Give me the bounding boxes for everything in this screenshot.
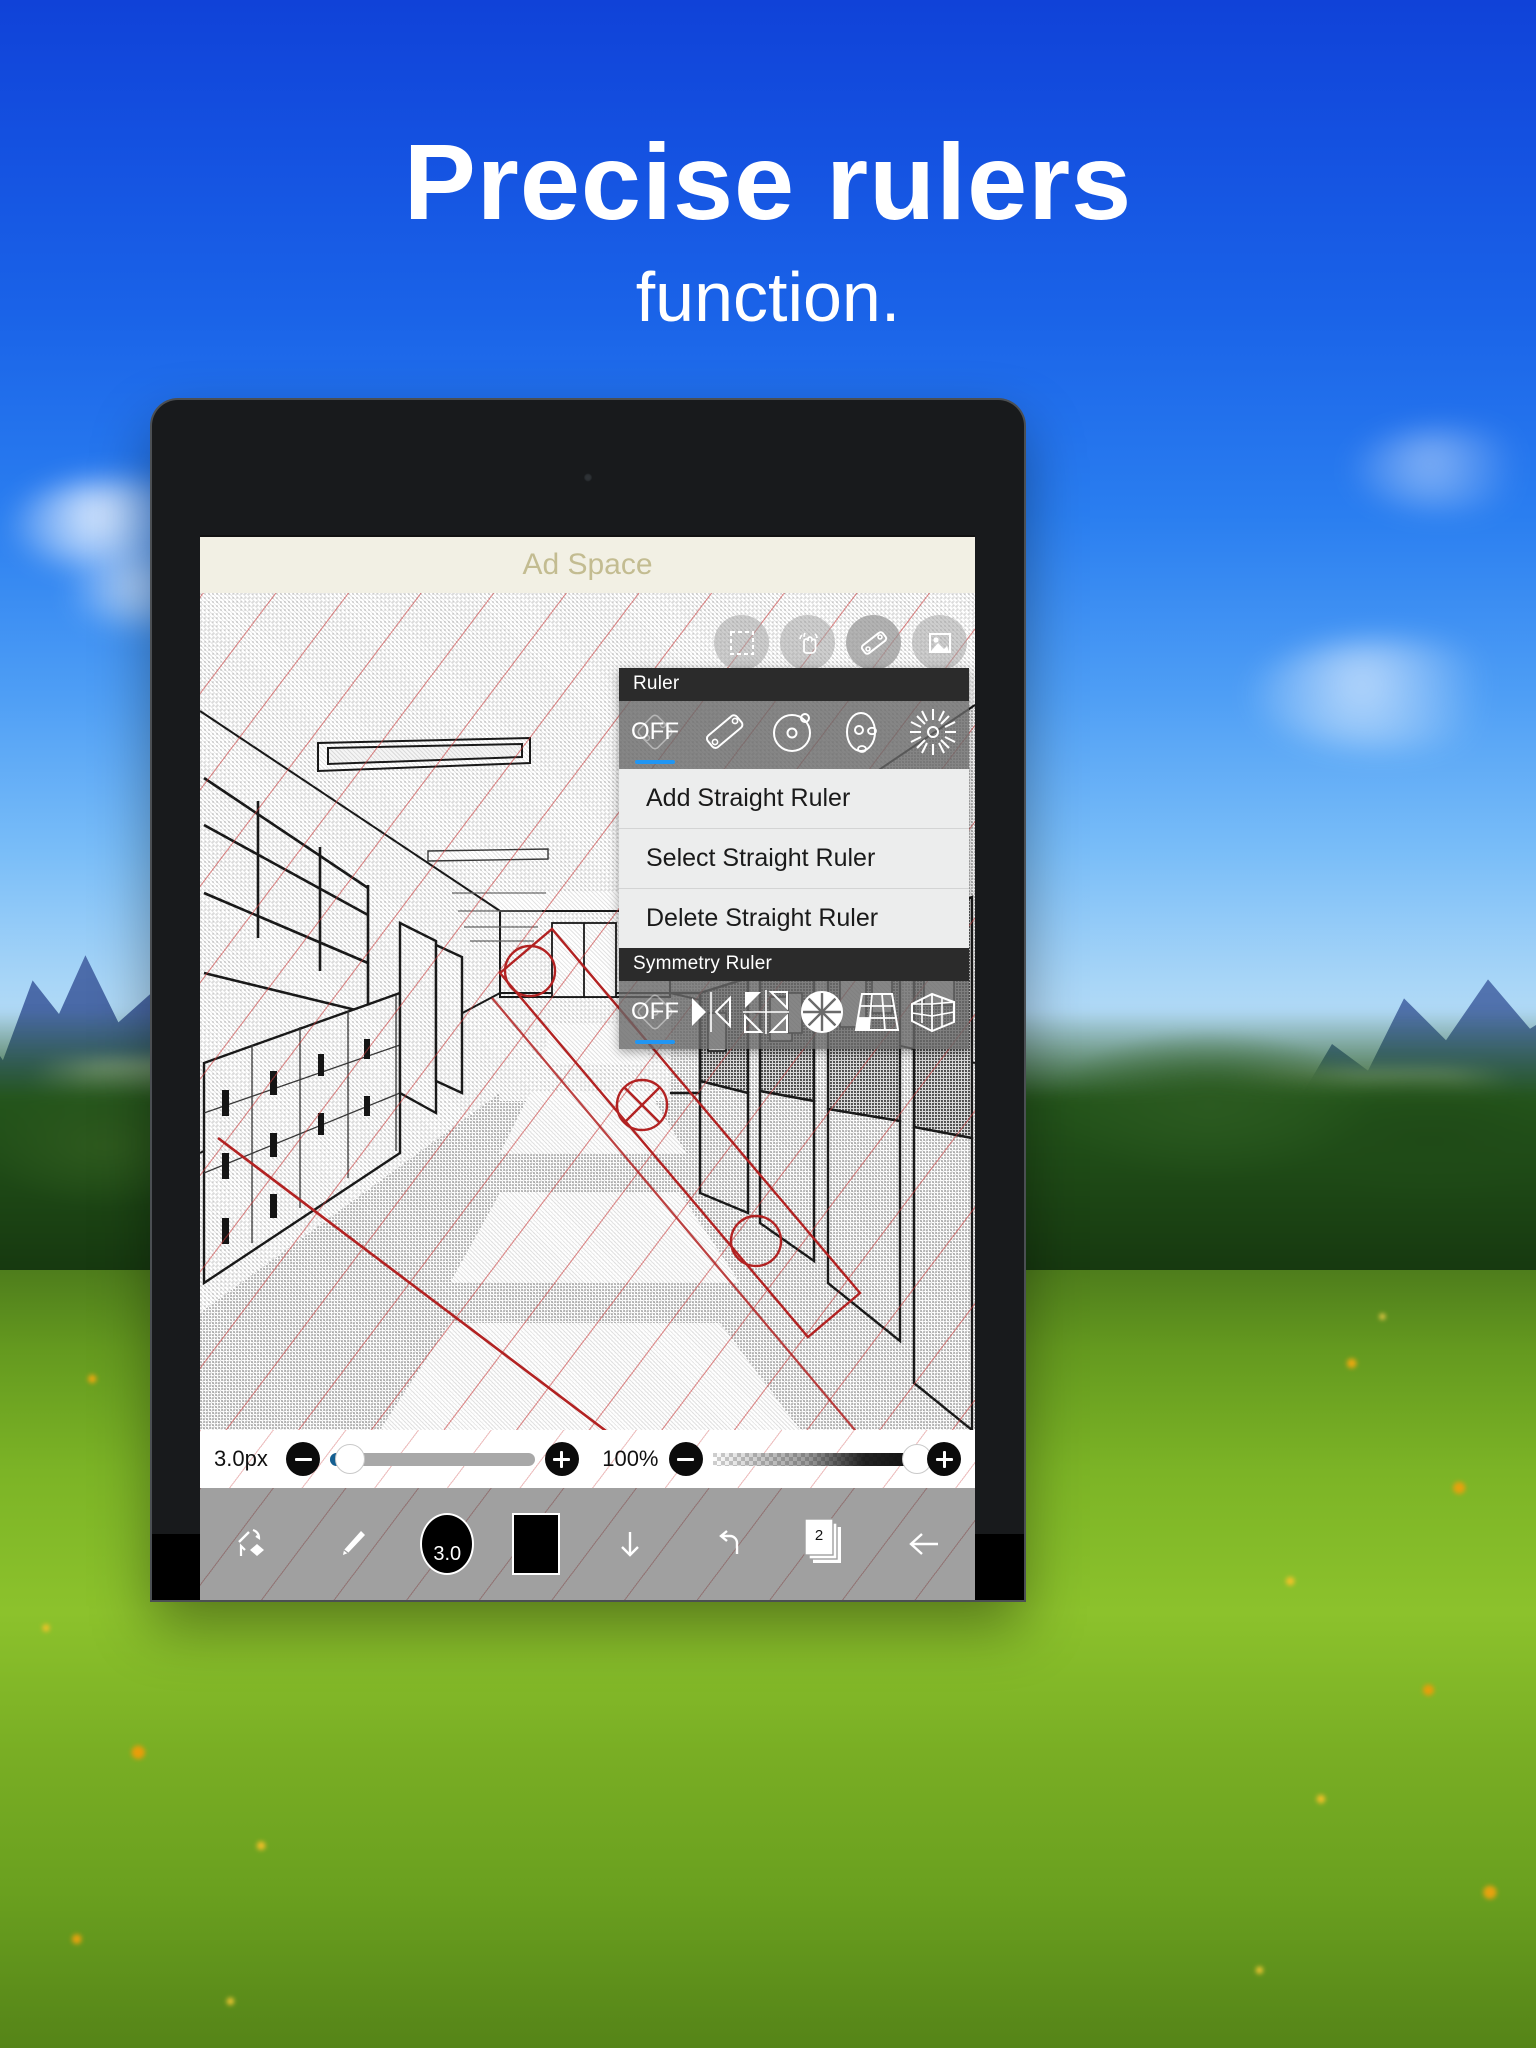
transform-icon[interactable] <box>220 1513 282 1575</box>
brush-size-increase-button[interactable] <box>544 1442 579 1476</box>
ruler-popup-panel: Ruler OFF Add Straight Ruler Select Stra… <box>619 668 969 1049</box>
app-screen: Ad Space Ruler OFF Add Straight Ruler Se… <box>200 535 975 1600</box>
layer-count-label: 2 <box>815 1527 823 1544</box>
ruler-panel-title: Ruler <box>619 668 969 701</box>
hero-text-block: Precise rulers function. <box>0 0 1536 336</box>
radial-symmetry-icon[interactable] <box>796 987 848 1037</box>
delete-straight-ruler-item[interactable]: Delete Straight Ruler <box>619 889 969 948</box>
quad-symmetry-icon[interactable] <box>740 987 792 1037</box>
brush-size-slider[interactable] <box>330 1444 535 1474</box>
cloud <box>1350 430 1536 510</box>
ruler-icon[interactable] <box>846 615 901 670</box>
brush-icon[interactable] <box>320 1513 382 1575</box>
box-perspective-icon[interactable] <box>907 987 959 1037</box>
download-icon[interactable] <box>599 1513 661 1575</box>
back-arrow-icon[interactable] <box>893 1513 955 1575</box>
ruler-menu-list: Add Straight Ruler Select Straight Ruler… <box>619 769 969 948</box>
ruler-mode-strip: OFF <box>619 701 969 769</box>
symmetry-ruler-title: Symmetry Ruler <box>619 948 969 981</box>
opacity-value: 100% <box>602 1446 659 1471</box>
brush-size-decrease-button[interactable] <box>286 1442 320 1476</box>
cloud <box>1250 640 1530 750</box>
page-subtitle: function. <box>635 258 901 336</box>
ad-banner[interactable]: Ad Space <box>200 535 975 593</box>
mirror-symmetry-icon[interactable] <box>685 987 737 1037</box>
brush-size-value: 3.0px <box>214 1446 268 1471</box>
brush-settings-bar: 3.0px 100% <box>200 1430 975 1488</box>
selection-icon[interactable] <box>714 615 769 670</box>
radial-ruler-icon[interactable] <box>907 707 959 757</box>
ad-banner-label: Ad Space <box>522 548 653 581</box>
page-title: Precise rulers <box>403 121 1133 242</box>
ellipse-ruler-icon[interactable] <box>838 707 890 757</box>
gesture-hand-icon[interactable] <box>780 615 835 670</box>
perspective-grid-icon[interactable] <box>851 987 903 1037</box>
color-swatch[interactable] <box>512 1513 561 1575</box>
opacity-increase-button[interactable] <box>927 1442 961 1476</box>
front-camera <box>583 473 593 482</box>
circle-ruler-icon[interactable] <box>768 707 820 757</box>
brush-size-chip-label: 3.0 <box>433 1543 462 1565</box>
symmetry-off-icon[interactable]: OFF <box>629 987 681 1044</box>
image-layer-icon[interactable] <box>912 615 967 670</box>
tablet-device: Ad Space Ruler OFF Add Straight Ruler Se… <box>152 400 1024 1600</box>
straight-ruler-icon[interactable] <box>699 707 751 757</box>
canvas-tool-buttons <box>714 615 967 670</box>
opacity-decrease-button[interactable] <box>668 1442 703 1476</box>
select-straight-ruler-item[interactable]: Select Straight Ruler <box>619 829 969 889</box>
layers-icon[interactable]: 2 <box>799 1513 855 1575</box>
overlay-guide-lines <box>200 1488 975 1600</box>
add-straight-ruler-item[interactable]: Add Straight Ruler <box>619 769 969 829</box>
brush-size-slider-thumb[interactable] <box>335 1444 366 1474</box>
symmetry-mode-strip: OFF <box>619 981 969 1049</box>
drawing-canvas[interactable]: Ruler OFF Add Straight Ruler Select Stra… <box>200 593 975 1430</box>
bottom-toolbar: 3.0 2 <box>200 1488 975 1600</box>
undo-icon[interactable] <box>699 1513 761 1575</box>
ruler-off-icon[interactable]: OFF <box>629 707 681 764</box>
brush-size-chip[interactable]: 3.0 <box>420 1513 475 1575</box>
opacity-slider[interactable] <box>712 1444 932 1474</box>
